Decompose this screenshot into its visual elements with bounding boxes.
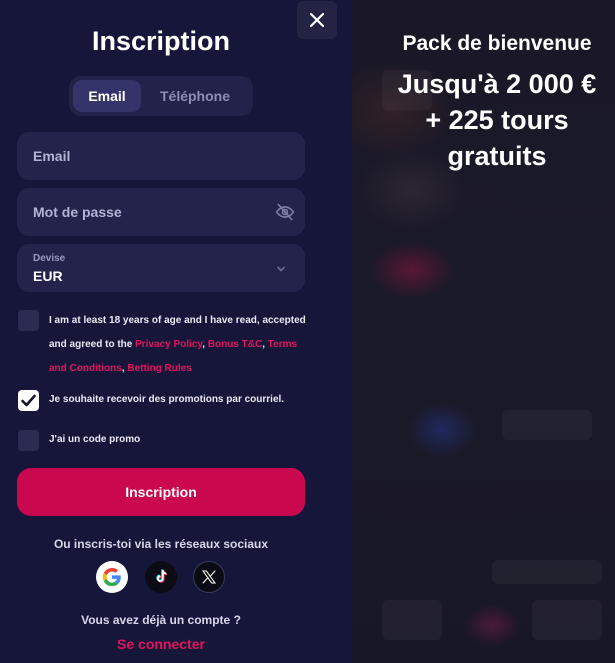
close-icon <box>309 12 325 28</box>
modal-title: Inscription <box>91 26 230 56</box>
promotions-label: Je souhaite recevoir des promotions par … <box>49 394 285 405</box>
eye-off-icon[interactable] <box>275 202 295 227</box>
currency-value: EUR <box>33 268 63 284</box>
welcome-pack: Pack de bienvenue Jusqu'à 2 000 € + 225 … <box>372 32 615 174</box>
x-icon <box>201 570 217 584</box>
password-field[interactable]: Mot de passe <box>17 188 305 236</box>
currency-select[interactable]: Devise EUR <box>17 244 305 292</box>
promo-code-label: J'ai un code promo <box>49 434 141 445</box>
betting-rules-link[interactable]: Betting Rules <box>127 363 191 374</box>
promo-line-2: + 225 tours <box>425 105 569 135</box>
google-icon <box>102 567 121 587</box>
have-account-text: Vous avez déjà un compte ? <box>81 613 241 627</box>
promo-line-1: Jusqu'à 2 000 € <box>397 69 597 99</box>
tiktok-icon <box>156 569 168 583</box>
promotions-checkbox[interactable] <box>18 390 39 411</box>
promo-line-3: gratuits <box>447 141 547 171</box>
signup-method-tabs: Email Téléphone <box>69 76 253 116</box>
signup-panel: Inscription Email Téléphone Email Mot de… <box>0 0 352 663</box>
terms-checkbox[interactable] <box>18 310 39 331</box>
email-field[interactable]: Email <box>17 132 305 180</box>
promo-offer: Jusqu'à 2 000 € + 225 tours gratuits <box>372 66 615 174</box>
google-signup-button[interactable] <box>96 561 128 593</box>
checkmark-icon <box>21 394 36 407</box>
promo-title: Pack de bienvenue <box>402 32 592 55</box>
signup-button[interactable]: Inscription <box>17 468 305 516</box>
login-link[interactable]: Se connecter <box>0 636 322 652</box>
password-placeholder: Mot de passe <box>33 204 122 220</box>
x-signup-button[interactable] <box>193 561 225 593</box>
currency-label: Devise <box>33 253 66 264</box>
tiktok-signup-button[interactable] <box>145 561 177 593</box>
bonus-tc-link[interactable]: Bonus T&C <box>208 339 262 350</box>
terms-text: I am at least 18 years of age and I have… <box>49 309 309 381</box>
chevron-down-icon <box>275 262 287 280</box>
privacy-policy-link[interactable]: Privacy Policy <box>135 339 202 350</box>
tab-telephone[interactable]: Téléphone <box>141 80 249 112</box>
social-signup-label: Ou inscris-toi via les réseaux sociaux <box>53 537 269 551</box>
promo-code-checkbox[interactable] <box>18 430 39 451</box>
email-placeholder: Email <box>33 148 71 164</box>
close-button[interactable] <box>297 1 337 39</box>
tab-email[interactable]: Email <box>73 80 141 112</box>
